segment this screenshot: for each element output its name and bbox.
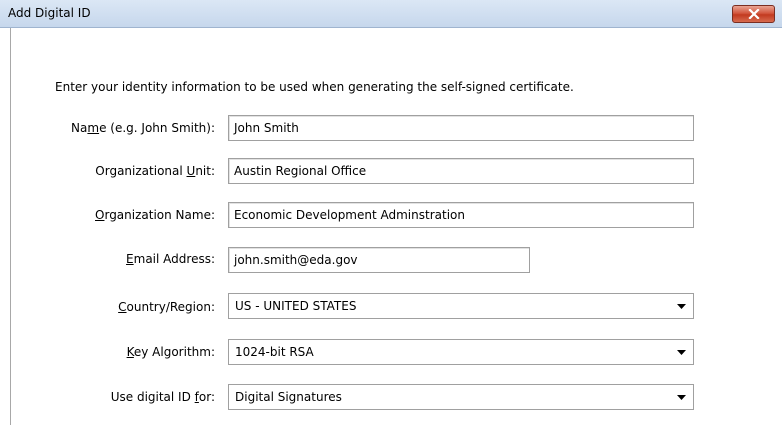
chevron-down-icon[interactable] (669, 385, 693, 409)
use-digital-id-for-label: Use digital ID for: (110, 390, 215, 404)
key-algorithm-select[interactable]: 1024-bit RSA (228, 339, 694, 365)
use-digital-id-for-select[interactable]: Digital Signatures (228, 384, 694, 410)
organizational-unit-input[interactable]: Austin Regional Office (228, 158, 694, 184)
organizational-unit-label: Organizational Unit: (95, 164, 215, 178)
dialog-left-border (10, 28, 11, 425)
country-region-select[interactable]: US - UNITED STATES (228, 293, 694, 319)
title-bar: Add Digital ID (0, 0, 782, 28)
use-digital-id-for-value: Digital Signatures (235, 390, 342, 404)
country-region-value: US - UNITED STATES (235, 299, 357, 313)
email-address-label: Email Address: (126, 252, 215, 266)
intro-text: Enter your identity information to be us… (55, 80, 574, 94)
email-address-input[interactable]: john.smith@eda.gov (228, 247, 530, 273)
close-icon (747, 9, 760, 19)
window-title: Add Digital ID (8, 6, 91, 20)
chevron-down-icon[interactable] (669, 294, 693, 318)
chevron-down-icon[interactable] (669, 340, 693, 364)
name-input[interactable]: John Smith (228, 115, 694, 141)
organization-name-input[interactable]: Economic Development Adminstration (228, 202, 694, 228)
close-button[interactable] (732, 5, 775, 23)
add-digital-id-dialog: Add Digital ID Enter your identity infor… (0, 0, 782, 425)
key-algorithm-label: Key Algorithm: (126, 345, 215, 359)
country-region-label: Country/Region: (118, 300, 215, 314)
key-algorithm-value: 1024-bit RSA (235, 345, 314, 359)
organization-name-label: Organization Name: (95, 208, 215, 222)
name-label: Name (e.g. John Smith): (71, 121, 215, 135)
